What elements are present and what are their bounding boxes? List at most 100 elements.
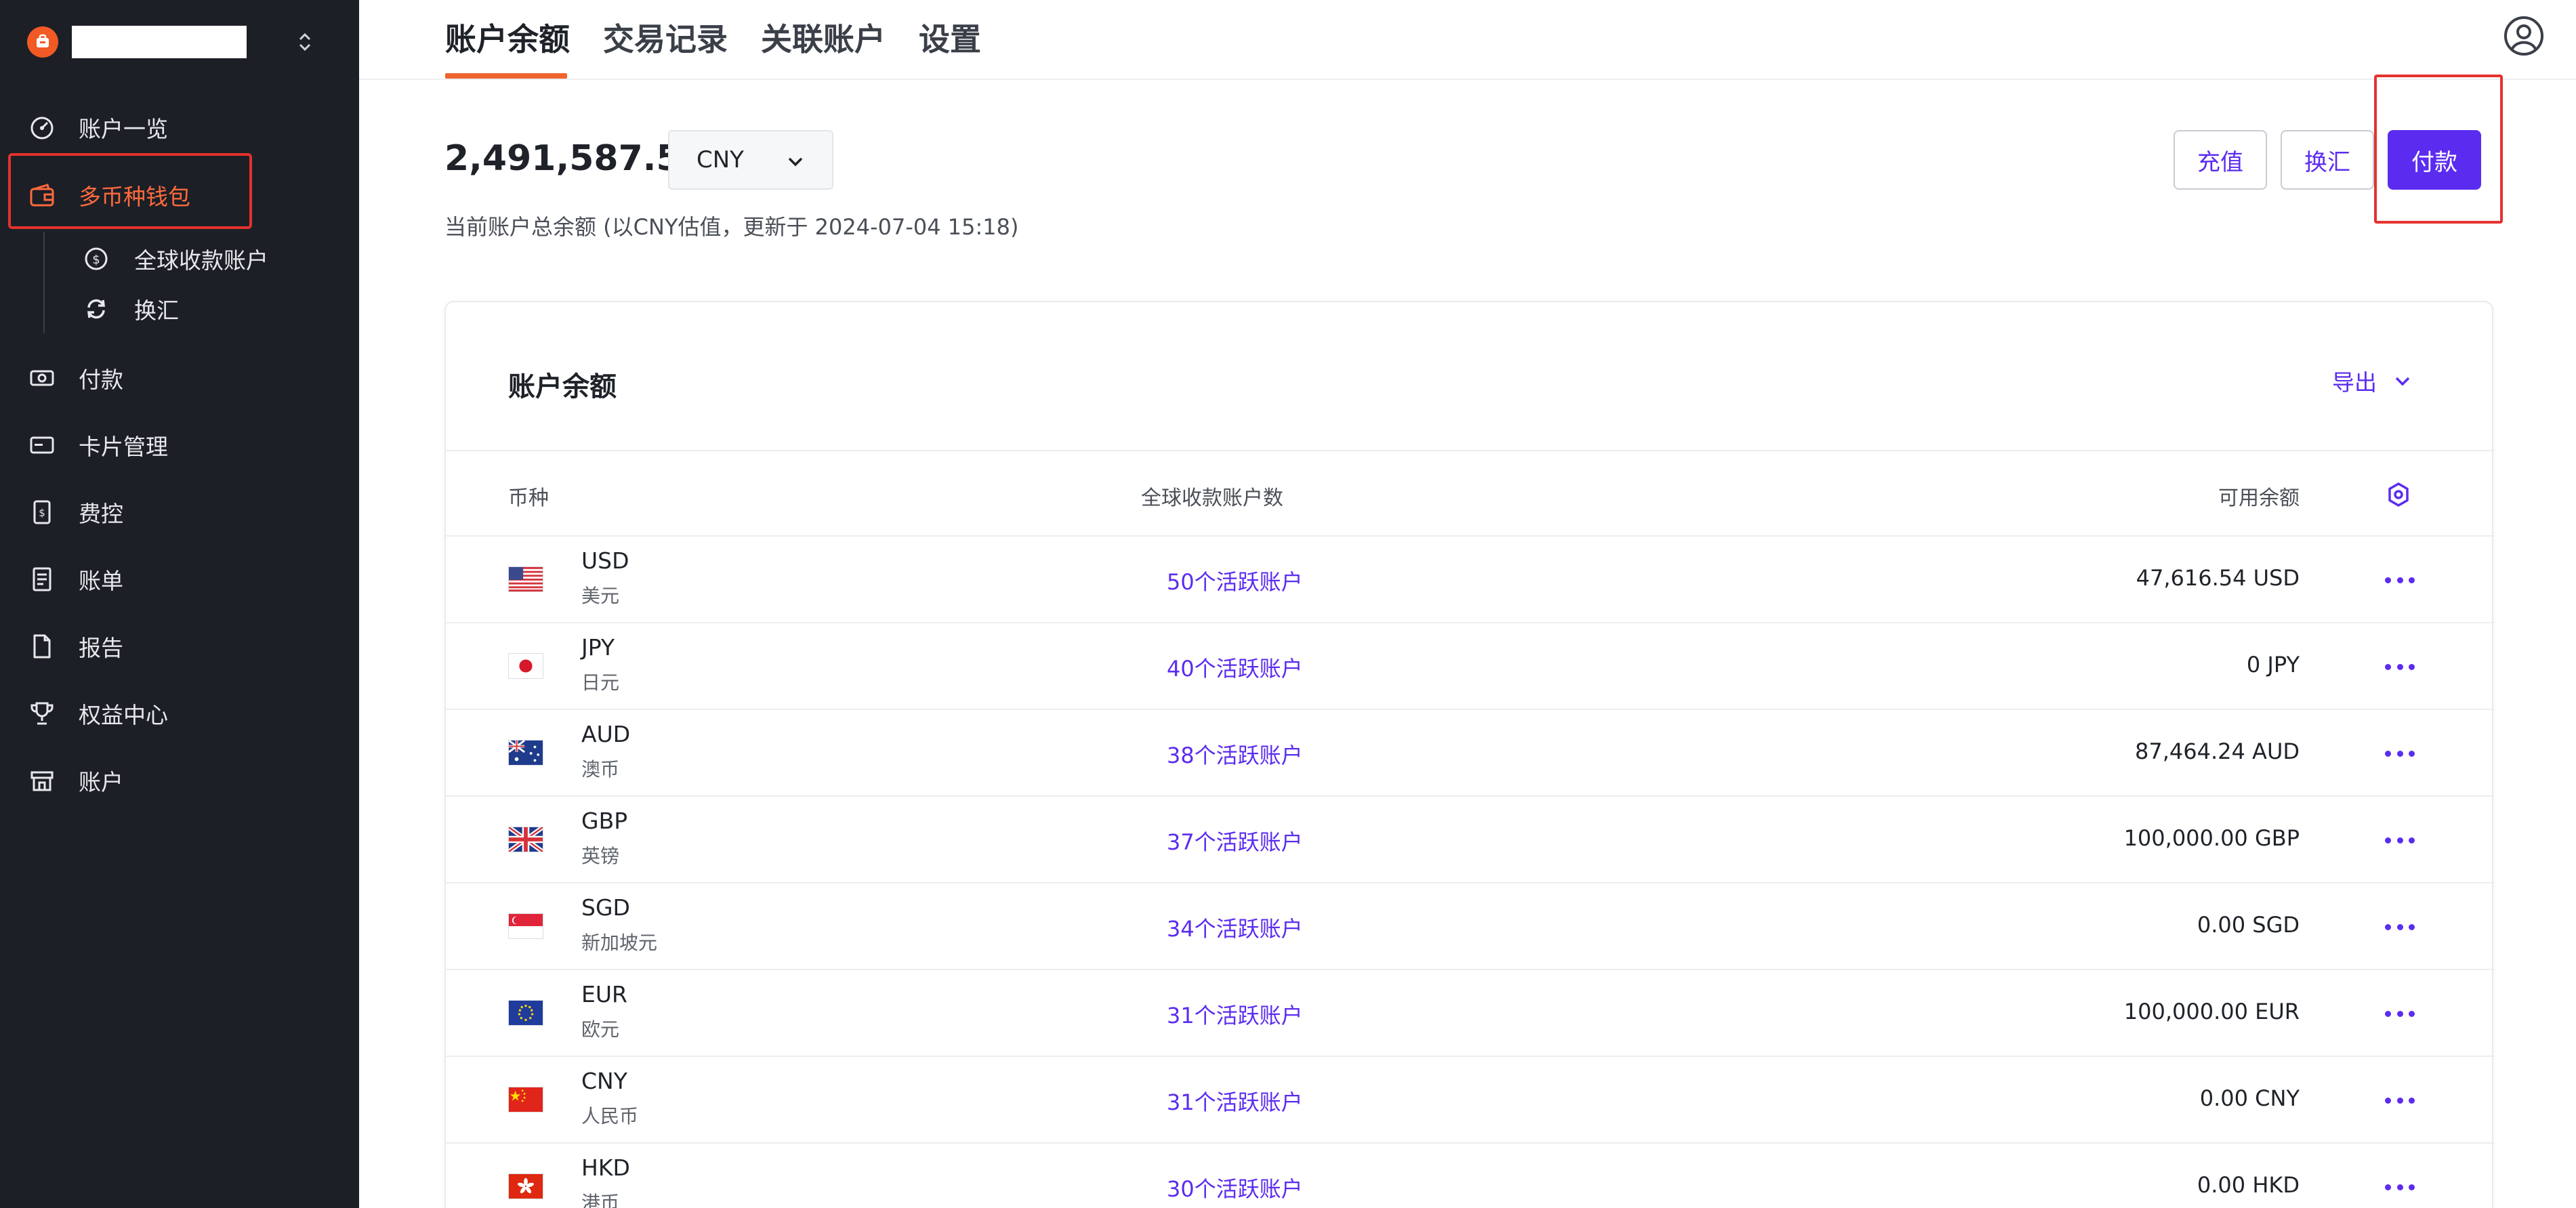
currency-code: CNY	[581, 1068, 627, 1094]
sidebar-item-label: 账单	[79, 568, 123, 594]
eu-flag-icon	[508, 1000, 543, 1026]
more-options-icon[interactable]	[2385, 827, 2415, 854]
sidebar-item-expense[interactable]: $ 费控	[0, 485, 359, 539]
active-accounts-link[interactable]: 31个活跃账户	[1167, 999, 1303, 1030]
currency-select-value: CNY	[697, 146, 744, 173]
available-balance: 100,000.00 EUR	[2123, 999, 2300, 1024]
active-accounts-link[interactable]: 34个活跃账户	[1167, 912, 1303, 943]
more-options-icon[interactable]	[2385, 566, 2415, 593]
tab-settings[interactable]: 设置	[919, 15, 981, 60]
sidebar-item-label: 账户	[79, 769, 123, 795]
export-button[interactable]: 导出	[2332, 365, 2415, 397]
column-header-balance: 可用余额	[2218, 486, 2300, 510]
sidebar-item-reports[interactable]: 报告	[0, 619, 359, 673]
sidebar-item-label: 换汇	[134, 297, 179, 324]
card-icon	[30, 436, 54, 454]
currency-code: SGD	[581, 894, 630, 921]
available-balance: 47,616.54 USD	[2136, 565, 2300, 591]
currency-name: 澳币	[581, 758, 620, 780]
refresh-icon	[87, 299, 105, 319]
sidebar-item-label: 账户一览	[79, 116, 168, 142]
sidebar-item-account[interactable]: 账户	[0, 753, 359, 808]
more-options-icon[interactable]	[2385, 1087, 2415, 1114]
chevron-down-icon	[2395, 377, 2410, 386]
active-accounts-link[interactable]: 40个活跃账户	[1167, 652, 1303, 683]
sidebar-item-label: 全球收款账户	[134, 247, 268, 274]
sidebar-subitem-global-accounts[interactable]: $ 全球收款账户	[0, 234, 359, 283]
available-balance: 0 JPY	[2246, 652, 2300, 678]
sidebar-item-benefits[interactable]: 权益中心	[0, 686, 359, 741]
table-row[interactable]: JPY 日元 40个活跃账户 0 JPY	[446, 623, 2495, 710]
table-row[interactable]: HKD 港币 30个活跃账户 0.00 HKD	[446, 1144, 2495, 1208]
card-title: 账户余额	[508, 371, 617, 402]
currency-name: 美元	[581, 585, 620, 607]
currency-code: JPY	[581, 634, 615, 661]
top-navigation: 账户余额 交易记录 关联账户 设置	[359, 0, 2576, 80]
tab-linked-accounts[interactable]: 关联账户	[761, 15, 886, 60]
gb-flag-icon	[508, 827, 543, 852]
more-options-icon[interactable]	[2385, 653, 2415, 680]
annotation-highlight-box	[8, 153, 252, 229]
tab-transactions[interactable]: 交易记录	[603, 15, 728, 60]
hk-flag-icon	[508, 1173, 543, 1199]
org-name-redacted	[72, 26, 247, 58]
currency-code: AUD	[581, 721, 631, 747]
sidebar-item-bills[interactable]: 账单	[0, 552, 359, 606]
active-accounts-link[interactable]: 30个活跃账户	[1167, 1172, 1303, 1203]
currency-select[interactable]: CNY	[668, 130, 833, 190]
sg-flag-icon	[508, 913, 543, 939]
available-balance: 100,000.00 GBP	[2123, 825, 2300, 851]
more-options-icon[interactable]	[2385, 1000, 2415, 1027]
chevron-up-down-icon[interactable]	[291, 23, 318, 61]
tab-account-balance[interactable]: 账户余额	[445, 15, 570, 60]
user-circle-icon[interactable]	[2503, 15, 2545, 57]
sidebar-item-cards[interactable]: 卡片管理	[0, 418, 359, 472]
receipt-icon: $	[33, 500, 51, 524]
sidebar-item-label: 权益中心	[79, 702, 168, 728]
table-row[interactable]: USD 美元 50个活跃账户 47,616.54 USD	[446, 537, 2495, 623]
exchange-button[interactable]: 换汇	[2281, 130, 2374, 190]
table-row[interactable]: AUD 澳币 38个活跃账户 87,464.24 AUD	[446, 710, 2495, 797]
speedometer-icon	[30, 117, 54, 140]
more-options-icon[interactable]	[2385, 1173, 2415, 1201]
cn-flag-icon	[508, 1087, 543, 1112]
table-row[interactable]: GBP 英镑 37个活跃账户 100,000.00 GBP	[446, 797, 2495, 883]
store-icon	[30, 771, 54, 791]
document-list-icon	[33, 567, 51, 591]
sidebar-item-payment[interactable]: 付款	[0, 351, 359, 405]
jp-flag-icon	[508, 653, 543, 679]
sidebar-item-overview[interactable]: 账户一览	[0, 100, 359, 154]
available-balance: 87,464.24 AUD	[2135, 738, 2300, 764]
more-options-icon[interactable]	[2385, 913, 2415, 940]
trophy-icon	[30, 702, 54, 725]
currency-name: 新加坡元	[581, 932, 658, 954]
svg-text:$: $	[39, 507, 45, 519]
table-header: 币种 全球收款账户数 可用余额	[446, 450, 2495, 537]
chevron-down-icon	[788, 157, 803, 167]
annotation-highlight-box	[2374, 75, 2503, 224]
active-accounts-link[interactable]: 50个活跃账户	[1167, 565, 1303, 596]
active-tab-indicator	[445, 73, 567, 79]
total-balance-amount: 2,491,587.58	[444, 138, 705, 179]
sidebar-subitem-exchange[interactable]: 换汇	[0, 285, 359, 333]
table-row[interactable]: SGD 新加坡元 34个活跃账户 0.00 SGD	[446, 883, 2495, 970]
currency-name: 人民币	[581, 1105, 639, 1127]
sidebar: 账户一览 多币种钱包 $ 全球收款账户 换汇 付款 卡片管理 $ 费控 账单 报…	[0, 0, 359, 1208]
more-options-icon[interactable]	[2385, 740, 2415, 767]
active-accounts-link[interactable]: 38个活跃账户	[1167, 738, 1303, 770]
svg-text:$: $	[92, 253, 100, 267]
table-row[interactable]: EUR 欧元 31个活跃账户 100,000.00 EUR	[446, 970, 2495, 1057]
available-balance: 0.00 CNY	[2199, 1085, 2300, 1111]
table-row[interactable]: CNY 人民币 31个活跃账户 0.00 CNY	[446, 1057, 2495, 1144]
us-flag-icon	[508, 566, 543, 592]
active-accounts-link[interactable]: 31个活跃账户	[1167, 1085, 1303, 1117]
sidebar-item-label: 卡片管理	[79, 434, 168, 460]
active-accounts-link[interactable]: 37个活跃账户	[1167, 825, 1303, 856]
topup-button[interactable]: 充值	[2174, 130, 2267, 190]
dollar-circle-icon: $	[85, 247, 108, 270]
currency-name: 港币	[581, 1192, 620, 1208]
gear-icon[interactable]	[2385, 481, 2412, 508]
currency-name: 英镑	[581, 845, 620, 867]
balance-card: 账户余额 导出 币种 全球收款账户数 可用余额 USD 美元 50个活跃账户 4…	[444, 301, 2495, 1208]
org-switcher[interactable]	[27, 23, 332, 61]
